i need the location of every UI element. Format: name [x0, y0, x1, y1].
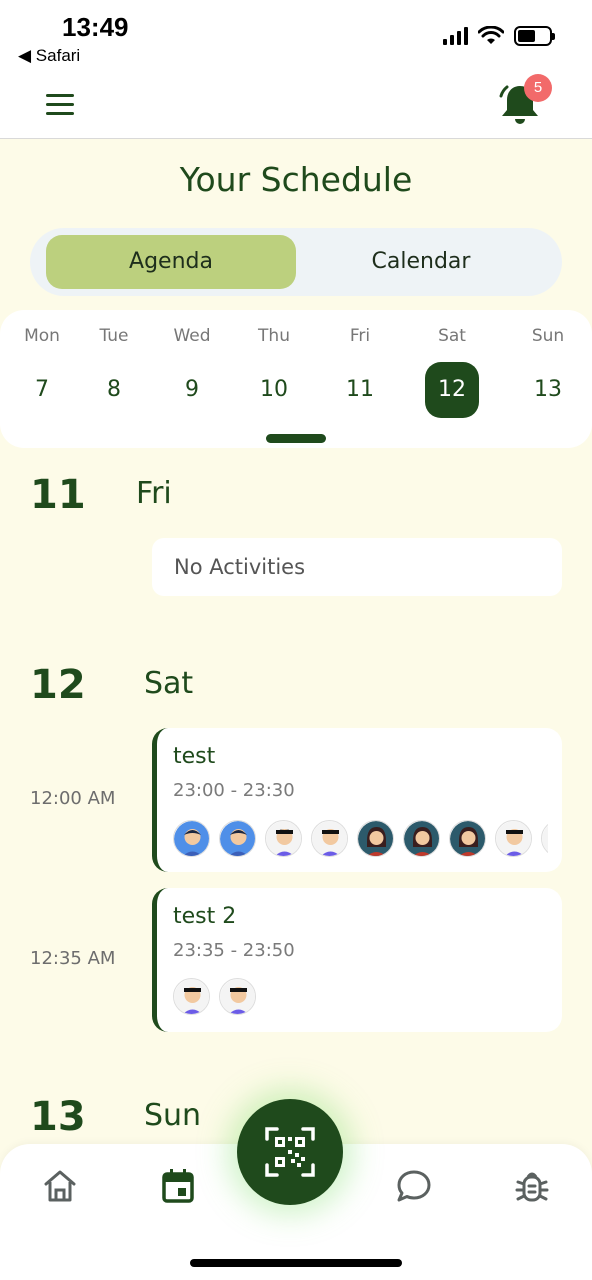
avatar [219, 820, 256, 857]
tab-calendar[interactable]: Calendar [296, 235, 546, 289]
event-title: test 2 [173, 904, 237, 929]
battery-icon [514, 26, 555, 46]
event-card[interactable]: test 23:00 - 23:30 [152, 728, 562, 872]
avatar [173, 820, 210, 857]
tab-agenda[interactable]: Agenda [46, 235, 296, 289]
avatar [495, 820, 532, 857]
day-number-selected: 12 [425, 362, 479, 418]
avatar [449, 820, 486, 857]
day-name: Wed [173, 326, 211, 346]
avatar [403, 820, 440, 857]
home-icon[interactable] [40, 1166, 80, 1206]
week-strip-drag-handle[interactable] [266, 434, 326, 443]
page-title: Your Schedule [179, 160, 413, 199]
agenda-date-number: 12 [30, 662, 86, 708]
day-number: 8 [107, 377, 121, 402]
avatar [311, 820, 348, 857]
avatar [541, 820, 548, 857]
event-title: test [173, 744, 216, 769]
attendee-avatars [173, 978, 548, 1015]
no-activities-message: No Activities [152, 538, 562, 596]
avatar [173, 978, 210, 1015]
status-bar: 13:49 ◀ Safari [0, 0, 592, 72]
attendee-avatars [173, 820, 548, 857]
event-time-range: 23:00 - 23:30 [173, 780, 295, 801]
agenda-date-number: 11 [30, 472, 86, 518]
day-name: Thu [258, 326, 290, 346]
day-name: Tue [99, 326, 129, 346]
day-number: 9 [185, 377, 199, 402]
event-card[interactable]: test 2 23:35 - 23:50 [152, 888, 562, 1032]
agenda-date-number: 13 [30, 1094, 86, 1140]
avatar [265, 820, 302, 857]
avatar [219, 978, 256, 1015]
agenda-date-weekday: Fri [136, 476, 172, 511]
chat-icon[interactable] [394, 1166, 434, 1206]
menu-button[interactable] [46, 94, 78, 118]
day-name: Sat [438, 326, 466, 346]
qr-scan-button[interactable] [237, 1099, 343, 1205]
day-number: 11 [346, 377, 374, 402]
day-number: 13 [534, 377, 562, 402]
day-number: 7 [35, 377, 49, 402]
wifi-icon [478, 26, 504, 44]
calendar-icon[interactable] [158, 1166, 198, 1206]
event-start-time: 12:00 AM [30, 788, 116, 809]
status-time: 13:49 [62, 12, 129, 42]
signal-icon [443, 27, 468, 45]
view-toggle: Agenda Calendar [30, 228, 562, 296]
event-start-time: 12:35 AM [30, 948, 116, 969]
week-strip: Mon 7 Tue 8 Wed 9 Thu 10 Fri 11 Sat 12 S… [0, 310, 592, 448]
qr-code-icon [265, 1127, 315, 1177]
day-name: Mon [24, 326, 60, 346]
menu-icon [46, 94, 74, 97]
status-icons [443, 26, 555, 46]
agenda-date-weekday: Sun [144, 1098, 202, 1133]
event-time-range: 23:35 - 23:50 [173, 940, 295, 961]
notification-badge: 5 [524, 74, 552, 102]
day-number: 10 [260, 377, 288, 402]
avatar [357, 820, 394, 857]
day-name: Fri [349, 326, 371, 346]
agenda-date-weekday: Sat [144, 666, 194, 701]
home-indicator[interactable] [190, 1259, 402, 1267]
back-to-safari-link[interactable]: ◀ Safari [18, 46, 80, 66]
day-name: Sun [531, 326, 565, 346]
top-app-bar [0, 72, 592, 139]
bug-icon[interactable] [512, 1166, 552, 1206]
